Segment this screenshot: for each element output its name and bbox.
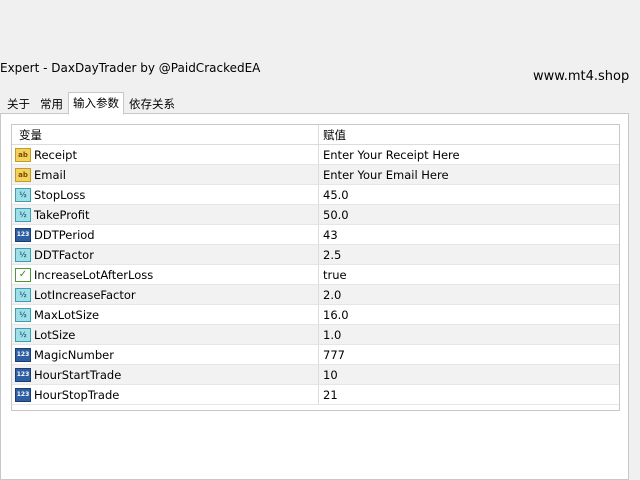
table-row[interactable]: ½ LotIncreaseFactor 2.0 xyxy=(12,285,619,305)
parameter-name: MaxLotSize xyxy=(34,307,100,322)
integer-type-icon: 123 xyxy=(15,347,31,362)
table-row[interactable]: ab Receipt Enter Your Receipt Here xyxy=(12,145,619,165)
tab-inputs[interactable]: 输入参数 xyxy=(68,92,124,115)
parameter-value-cell[interactable]: 16.0 xyxy=(319,305,349,324)
integer-type-icon: 123 xyxy=(15,227,31,242)
integer-type-icon: 123 xyxy=(15,367,31,382)
parameter-name: DDTPeriod xyxy=(34,227,95,242)
parameter-value-cell[interactable]: 43 xyxy=(319,225,338,244)
parameters-table: 变量 赋值 ab Receipt Enter Your Receipt Here ab… xyxy=(11,124,620,411)
parameter-name: Email xyxy=(34,167,66,182)
tab-common[interactable]: 常用 xyxy=(35,94,68,115)
parameter-name-cell: ✓ IncreaseLotAfterLoss xyxy=(12,265,319,284)
tab-about[interactable]: 关于 xyxy=(2,94,35,115)
string-type-icon: ab xyxy=(15,167,31,182)
column-header-value[interactable]: 赋值 xyxy=(319,125,346,144)
double-type-icon: ½ xyxy=(15,287,31,302)
parameter-name-cell: ½ DDTFactor xyxy=(12,245,319,264)
parameter-value-cell[interactable]: 21 xyxy=(319,385,338,404)
parameter-name-cell: ab Email xyxy=(12,165,319,184)
parameter-value-cell[interactable]: 777 xyxy=(319,345,345,364)
parameter-name: MagicNumber xyxy=(34,347,114,362)
parameter-name-cell: 123 HourStopTrade xyxy=(12,385,319,404)
parameter-value-cell[interactable]: 50.0 xyxy=(319,205,349,224)
parameter-name: StopLoss xyxy=(34,187,86,202)
parameter-value-cell[interactable]: 10 xyxy=(319,365,338,384)
parameter-name-cell: ½ TakeProfit xyxy=(12,205,319,224)
table-row[interactable]: 123 MagicNumber 777 xyxy=(12,345,619,365)
table-row[interactable]: ½ StopLoss 45.0 xyxy=(12,185,619,205)
parameter-value-cell[interactable]: 45.0 xyxy=(319,185,349,204)
parameter-value-cell[interactable]: Enter Your Email Here xyxy=(319,165,449,184)
double-type-icon: ½ xyxy=(15,247,31,262)
tab-dependencies[interactable]: 依存关系 xyxy=(124,94,180,115)
parameter-value-cell[interactable]: 2.0 xyxy=(319,285,341,304)
inputs-panel: 变量 赋值 ab Receipt Enter Your Receipt Here ab… xyxy=(0,113,629,480)
double-type-icon: ½ xyxy=(15,187,31,202)
table-row[interactable]: ✓ IncreaseLotAfterLoss true xyxy=(12,265,619,285)
table-row[interactable]: ½ DDTFactor 2.5 xyxy=(12,245,619,265)
parameter-name: Receipt xyxy=(34,147,77,162)
parameter-name: LotSize xyxy=(34,327,76,342)
parameter-name-cell: ½ StopLoss xyxy=(12,185,319,204)
parameter-name-cell: 123 MagicNumber xyxy=(12,345,319,364)
table-row[interactable]: 123 HourStartTrade 10 xyxy=(12,365,619,385)
parameter-name-cell: ½ LotIncreaseFactor xyxy=(12,285,319,304)
window-title: Expert - DaxDayTrader by @PaidCrackedEA xyxy=(0,61,261,75)
parameter-name: IncreaseLotAfterLoss xyxy=(34,267,154,282)
parameter-value-cell[interactable]: Enter Your Receipt Here xyxy=(319,145,460,164)
table-row[interactable]: ½ LotSize 1.0 xyxy=(12,325,619,345)
table-header: 变量 赋值 xyxy=(12,125,619,145)
parameter-name-cell: ab Receipt xyxy=(12,145,319,164)
parameter-name: TakeProfit xyxy=(34,207,90,222)
parameter-name-cell: 123 DDTPeriod xyxy=(12,225,319,244)
table-row[interactable]: ab Email Enter Your Email Here xyxy=(12,165,619,185)
double-type-icon: ½ xyxy=(15,207,31,222)
parameter-value-cell[interactable]: 1.0 xyxy=(319,325,341,344)
string-type-icon: ab xyxy=(15,147,31,162)
parameter-name-cell: ½ LotSize xyxy=(12,325,319,344)
parameter-name: HourStopTrade xyxy=(34,387,120,402)
table-row[interactable]: 123 DDTPeriod 43 xyxy=(12,225,619,245)
parameter-name-cell: 123 HourStartTrade xyxy=(12,365,319,384)
watermark-text: www.mt4.shop xyxy=(533,69,630,84)
double-type-icon: ½ xyxy=(15,307,31,322)
boolean-type-icon: ✓ xyxy=(15,267,31,282)
parameter-name: DDTFactor xyxy=(34,247,94,262)
parameter-value-cell[interactable]: 2.5 xyxy=(319,245,341,264)
table-row[interactable]: 123 HourStopTrade 21 xyxy=(12,385,619,405)
parameter-name: LotIncreaseFactor xyxy=(34,287,136,302)
column-header-variable[interactable]: 变量 xyxy=(12,125,319,144)
parameter-name: HourStartTrade xyxy=(34,367,122,382)
table-row[interactable]: ½ MaxLotSize 16.0 xyxy=(12,305,619,325)
parameter-value-cell[interactable]: true xyxy=(319,265,347,284)
tab-bar: 关于 常用 输入参数 依存关系 xyxy=(2,92,180,115)
table-body: ab Receipt Enter Your Receipt Here ab Email E… xyxy=(12,145,619,405)
double-type-icon: ½ xyxy=(15,327,31,342)
parameter-name-cell: ½ MaxLotSize xyxy=(12,305,319,324)
table-row[interactable]: ½ TakeProfit 50.0 xyxy=(12,205,619,225)
integer-type-icon: 123 xyxy=(15,387,31,402)
